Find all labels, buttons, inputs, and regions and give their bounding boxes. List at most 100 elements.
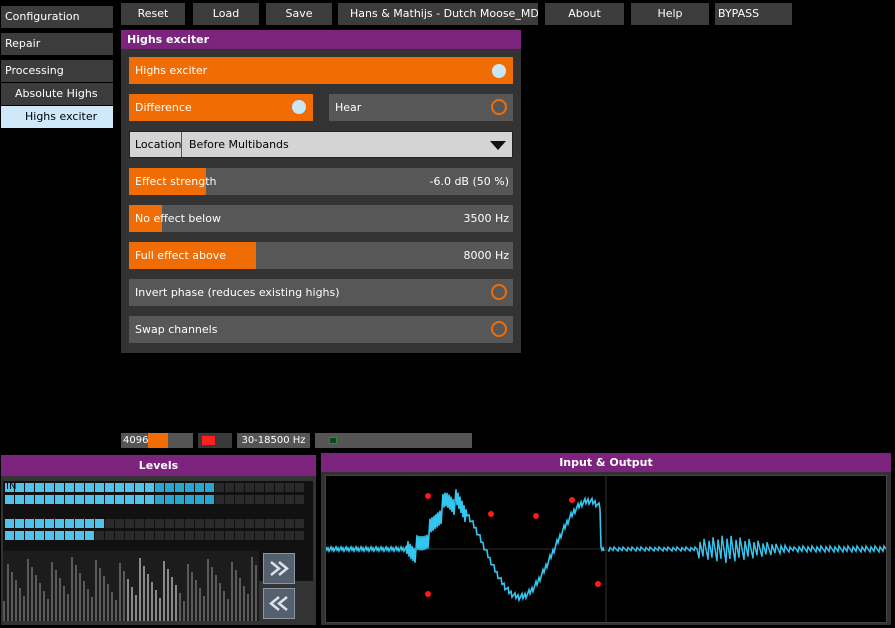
input-meter-top-segment <box>245 483 254 492</box>
swap-channels-toggle[interactable]: Swap channels <box>129 316 513 343</box>
input-meter-top-segment <box>185 483 194 492</box>
save-button[interactable]: Save <box>266 3 332 25</box>
cut-meter-bottom-segment <box>85 531 94 540</box>
input-meter-top-segment <box>265 483 274 492</box>
input-meter-top-segment <box>165 483 174 492</box>
input-meter-bottom-segment <box>295 495 304 504</box>
difference-toggle[interactable]: Difference <box>129 94 313 121</box>
preset-name-button[interactable]: Hans & Mathijs - Dutch Moose_MD v1.6 <box>338 3 538 25</box>
cut-meter-top-segment <box>25 519 34 528</box>
history-bar <box>171 577 173 621</box>
history-bar <box>167 569 169 621</box>
cut-meter-bottom-segment <box>75 531 84 540</box>
cut-meter-bottom-segment <box>5 531 14 540</box>
input-meter-top-segment <box>65 483 74 492</box>
fft-size-meter[interactable]: 4096 <box>121 433 193 448</box>
effect-strength-slider[interactable]: Effect strength -6.0 dB (50 %) <box>129 168 513 195</box>
cut-meter-bottom-segment <box>285 531 294 540</box>
history-bar <box>87 589 89 621</box>
input-meter-bottom-segment <box>105 495 114 504</box>
sidebar-item-configuration[interactable]: Configuration <box>1 6 113 28</box>
fft-size-value: 4096 <box>123 435 149 446</box>
cut-meter-top-segment <box>255 519 264 528</box>
history-bar <box>47 599 49 621</box>
cut-meter-bottom-segment <box>105 531 114 540</box>
history-bar <box>3 601 5 621</box>
levels-panel: Levels IN <box>1 455 316 625</box>
history-bar <box>127 579 129 621</box>
input-meter-bottom-segment <box>95 495 104 504</box>
effect-strength-label: Effect strength <box>135 175 217 188</box>
scroll-left-button[interactable] <box>263 588 295 619</box>
history-bar <box>123 571 125 621</box>
sidebar-item-highs-exciter[interactable]: Highs exciter <box>1 106 113 128</box>
history-bar <box>163 561 165 621</box>
history-bar <box>63 586 65 621</box>
input-meter-top-segment <box>75 483 84 492</box>
sidebar-item-absolute-highs[interactable]: Absolute Highs <box>1 83 113 105</box>
cut-meter-bottom-segment <box>45 531 54 540</box>
highs-exciter-toggle[interactable]: Highs exciter <box>129 57 513 84</box>
input-meter-bottom-segment <box>45 495 54 504</box>
history-bar <box>67 594 69 621</box>
history-bar <box>179 593 181 621</box>
hear-toggle[interactable]: Hear <box>329 94 513 121</box>
input-meter-top-segment <box>295 483 304 492</box>
bypass-button[interactable]: BYPASS <box>715 3 792 25</box>
history-bar <box>251 557 253 621</box>
scroll-right-button[interactable] <box>263 553 295 584</box>
sidebar-item-processing[interactable]: Processing <box>1 60 113 82</box>
history-bar <box>135 595 137 621</box>
help-button[interactable]: Help <box>631 3 709 25</box>
input-meter-bottom-segment <box>255 495 264 504</box>
input-meter-top-segment <box>55 483 64 492</box>
load-button[interactable]: Load <box>193 3 259 25</box>
input-meter-bottom-segment <box>55 495 64 504</box>
cut-meter-top-segment <box>95 519 104 528</box>
sidebar-item-label: Absolute Highs <box>15 87 98 100</box>
clip-marker <box>488 511 494 517</box>
input-output-title: Input & Output <box>321 453 891 472</box>
history-bar <box>7 564 9 621</box>
cut-meter-bottom-segment <box>235 531 244 540</box>
cut-meter-top-segment <box>205 519 214 528</box>
cut-meter-top-segment <box>75 519 84 528</box>
input-waveform <box>325 489 605 603</box>
input-meter-top-segment <box>125 483 134 492</box>
history-bar <box>131 587 133 621</box>
input-meter-top-segment <box>85 483 94 492</box>
toggle-on-icon <box>492 64 506 78</box>
history-bar <box>183 601 185 621</box>
cut-meter-top-segment <box>265 519 274 528</box>
sidebar-item-repair[interactable]: Repair <box>1 33 113 55</box>
location-select[interactable]: Before Multibands <box>183 132 512 157</box>
about-button[interactable]: About <box>545 3 624 25</box>
highs-exciter-label: Highs exciter <box>135 64 208 77</box>
chevron-down-icon[interactable] <box>484 132 512 157</box>
input-meter-top-segment <box>145 483 154 492</box>
history-bar <box>243 586 245 621</box>
history-bar <box>51 562 53 621</box>
history-bar <box>43 591 45 621</box>
history-bar <box>191 572 193 621</box>
clip-marker <box>533 513 539 519</box>
history-bar <box>75 565 77 621</box>
history-bar <box>39 583 41 621</box>
input-meter-bottom-segment <box>205 495 214 504</box>
history-bar <box>71 557 73 621</box>
sidebar-item-label: Highs exciter <box>25 110 98 123</box>
no-effect-below-slider[interactable]: No effect below 3500 Hz <box>129 205 513 232</box>
history-bar <box>247 594 249 621</box>
cut-meter-bottom-segment <box>35 531 44 540</box>
full-effect-above-slider[interactable]: Full effect above 8000 Hz <box>129 242 513 269</box>
cut-meter-top-segment <box>125 519 134 528</box>
cut-meter-top-segment <box>5 519 14 528</box>
input-meter-top-segment <box>285 483 294 492</box>
invert-phase-toggle[interactable]: Invert phase (reduces existing highs) <box>129 279 513 306</box>
reset-button[interactable]: Reset <box>121 3 185 25</box>
input-meter-bottom-segment <box>285 495 294 504</box>
history-bar <box>107 584 109 621</box>
no-effect-below-label: No effect below <box>135 212 221 225</box>
sidebar-item-label: Configuration <box>5 10 80 23</box>
history-bar <box>219 583 221 621</box>
